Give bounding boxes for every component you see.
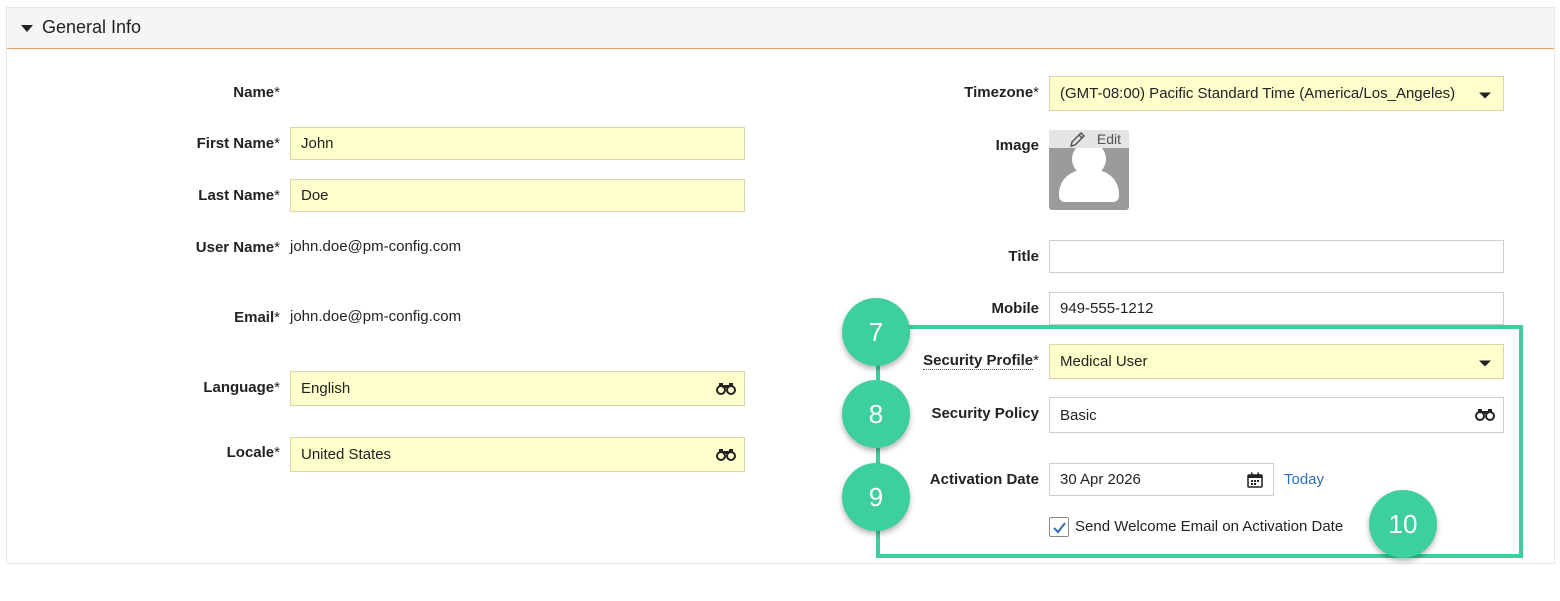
- step-badge-8: 8: [842, 380, 910, 448]
- caret-down-icon[interactable]: [21, 25, 33, 32]
- image-edit-button[interactable]: Edit: [1049, 130, 1129, 148]
- first-name-input[interactable]: John: [290, 127, 745, 160]
- language-label: Language*: [203, 379, 280, 396]
- checkmark-icon: [1053, 522, 1066, 534]
- security-profile-value: Medical User: [1060, 353, 1148, 370]
- security-profile-label: Security Profile*: [923, 352, 1039, 370]
- last-name-input[interactable]: Doe: [290, 179, 745, 212]
- calendar-icon[interactable]: [1247, 472, 1263, 488]
- chevron-down-icon[interactable]: [1479, 92, 1491, 98]
- activation-date-value: 30 Apr 2026: [1060, 471, 1141, 488]
- today-link[interactable]: Today: [1284, 471, 1324, 488]
- language-lookup[interactable]: English: [290, 371, 745, 406]
- title-input[interactable]: [1049, 240, 1504, 273]
- avatar-body: [1059, 170, 1119, 202]
- binoculars-icon[interactable]: [716, 448, 736, 461]
- user-name-value: john.doe@pm-config.com: [290, 238, 462, 255]
- locale-value: United States: [301, 446, 392, 463]
- last-name-label: Last Name*: [198, 187, 280, 204]
- welcome-email-label: Send Welcome Email on Activation Date: [1075, 518, 1344, 535]
- first-name-label: First Name*: [196, 135, 280, 152]
- first-name-value: John: [301, 135, 334, 152]
- email-value: john.doe@pm-config.com: [290, 308, 462, 325]
- timezone-label: Timezone*: [964, 84, 1039, 101]
- mobile-label: Mobile: [991, 300, 1040, 317]
- chevron-down-icon[interactable]: [1479, 360, 1491, 366]
- security-profile-select[interactable]: Medical User: [1049, 344, 1504, 379]
- email-label: Email*: [234, 309, 280, 326]
- welcome-email-checkbox[interactable]: [1049, 517, 1069, 537]
- mobile-input[interactable]: 949-555-1212: [1049, 292, 1504, 325]
- locale-label: Locale*: [226, 444, 280, 461]
- timezone-value: (GMT-08:00) Pacific Standard Time (Ameri…: [1060, 85, 1456, 102]
- binoculars-icon[interactable]: [1475, 409, 1495, 421]
- section-title: General Info: [42, 17, 142, 37]
- language-value: English: [301, 380, 351, 397]
- activation-date-label: Activation Date: [929, 471, 1039, 488]
- pencil-icon: [1069, 131, 1086, 148]
- locale-lookup[interactable]: United States: [290, 437, 745, 472]
- title-label: Title: [1008, 248, 1039, 265]
- user-name-label: User Name*: [195, 239, 280, 256]
- section-header[interactable]: General Info: [7, 8, 1554, 49]
- security-policy-value: Basic: [1060, 406, 1097, 424]
- step-badge-10: 10: [1369, 490, 1437, 558]
- last-name-value: Doe: [301, 187, 329, 204]
- timezone-select[interactable]: (GMT-08:00) Pacific Standard Time (Ameri…: [1049, 76, 1504, 111]
- binoculars-icon[interactable]: [716, 382, 736, 395]
- security-policy-lookup[interactable]: Basic: [1049, 397, 1504, 433]
- name-label: Name*: [233, 84, 280, 101]
- mobile-value: 949-555-1212: [1060, 300, 1154, 317]
- avatar[interactable]: Edit: [1049, 130, 1129, 210]
- image-edit-label: Edit: [1096, 131, 1121, 147]
- image-label: Image: [995, 137, 1039, 154]
- activation-date-input[interactable]: 30 Apr 2026: [1049, 463, 1274, 496]
- security-policy-label: Security Policy: [931, 405, 1039, 422]
- step-badge-9: 9: [842, 463, 910, 531]
- step-badge-7: 7: [842, 298, 910, 366]
